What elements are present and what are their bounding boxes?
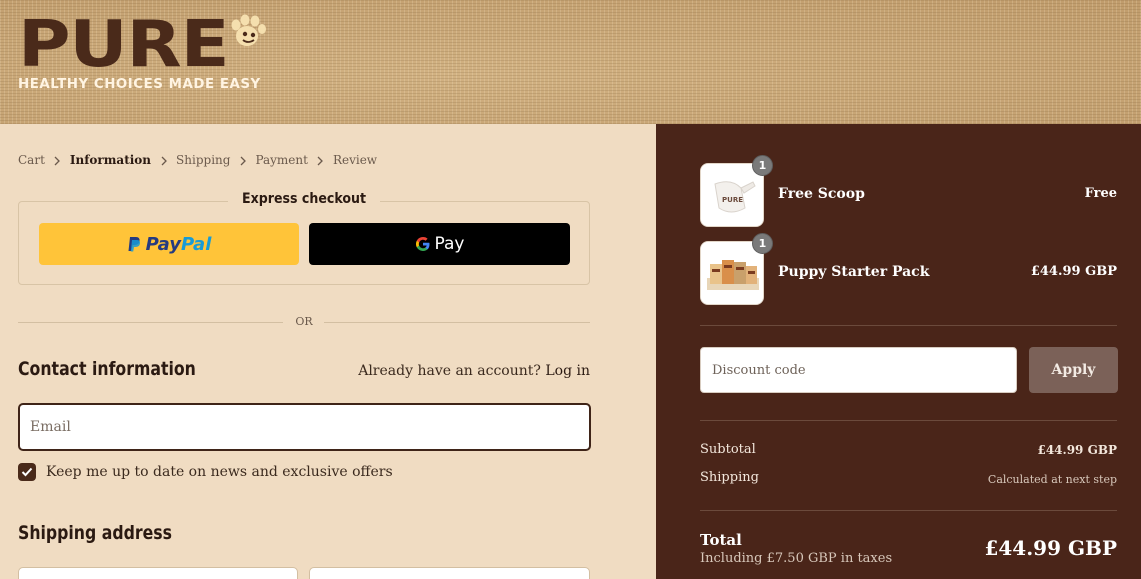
scoop-image: PURE [701,164,763,226]
shipping-address-heading: Shipping address [18,522,173,544]
apply-discount-button[interactable]: Apply [1029,347,1118,393]
item-price: £44.99 GBP [1030,264,1117,279]
brand-logo[interactable]: PURE HEALTHY CHOICES MADE EASY [18,8,266,96]
item-price: Free [1084,186,1117,201]
breadcrumb: Cart Information Shipping Payment Review [18,153,377,167]
google-g-icon [415,237,430,251]
paypal-label-pay: Pay [145,233,181,255]
chevron-right-icon [45,153,70,167]
site-header: PURE HEALTHY CHOICES MADE EASY [0,0,1141,124]
discount-code-input[interactable] [700,347,1017,393]
brand-tagline: HEALTHY CHOICES MADE EASY [18,77,261,92]
quantity-badge: 1 [752,155,773,176]
total-value: £44.99 GBP [984,536,1117,560]
cart-line-item: 1 Puppy Starter Pack £44.99 GBP [700,233,1117,305]
summary-divider [700,420,1117,421]
order-summary: PURE 1 Free Scoop Free 1 Puppy Starter P… [656,124,1141,579]
item-name: Free Scoop [778,186,865,202]
email-field[interactable] [18,403,591,451]
login-link[interactable]: Log in [545,363,590,379]
subtotal-label: Subtotal [700,442,756,457]
cart-line-item: PURE 1 Free Scoop Free [700,155,1117,227]
item-name: Puppy Starter Pack [778,264,930,280]
contact-information-heading: Contact information [18,358,196,380]
shipping-label: Shipping [700,470,759,485]
breadcrumb-review: Review [332,153,378,167]
chevron-right-icon [230,153,255,167]
newsletter-label: Keep me up to date on news and exclusive… [46,464,393,480]
or-divider: OR [18,314,590,330]
chevron-right-icon [151,153,176,167]
google-pay-label: Pay [434,234,465,254]
brand-wordmark: PURE [18,8,230,82]
express-checkout-title: Express checkout [228,191,380,207]
checkout-form-panel: Cart Information Shipping Payment Review… [0,124,656,579]
paypal-button[interactable]: Pay Pal [39,223,299,265]
starter-pack-image [701,242,763,304]
account-login-prompt: Already have an account? Log in [358,363,590,379]
shipping-value: Calculated at next step [987,473,1117,486]
paw-icon [231,14,266,46]
account-prompt-text: Already have an account? [358,363,541,379]
svg-text:PURE: PURE [722,196,743,204]
breadcrumb-cart[interactable]: Cart [18,153,45,167]
express-checkout: Express checkout Pay Pal Pay [18,191,590,285]
paypal-icon [128,237,140,252]
summary-divider [700,510,1117,511]
summary-divider [700,325,1117,326]
paypal-label-pal: Pal [181,233,212,255]
tax-note: Including £7.50 GBP in taxes [700,551,893,566]
quantity-badge: 1 [752,233,773,254]
google-pay-button[interactable]: Pay [309,223,570,265]
total-label: Total [700,531,742,549]
newsletter-checkbox[interactable] [18,463,36,481]
breadcrumb-shipping: Shipping [176,153,231,167]
newsletter-optin[interactable]: Keep me up to date on news and exclusive… [18,463,393,481]
chevron-right-icon [308,153,333,167]
first-name-field[interactable] [18,567,298,579]
checkmark-icon [21,467,33,477]
last-name-field[interactable] [309,567,590,579]
subtotal-value: £44.99 GBP [1037,443,1117,457]
breadcrumb-information: Information [69,153,152,167]
breadcrumb-payment: Payment [255,153,308,167]
